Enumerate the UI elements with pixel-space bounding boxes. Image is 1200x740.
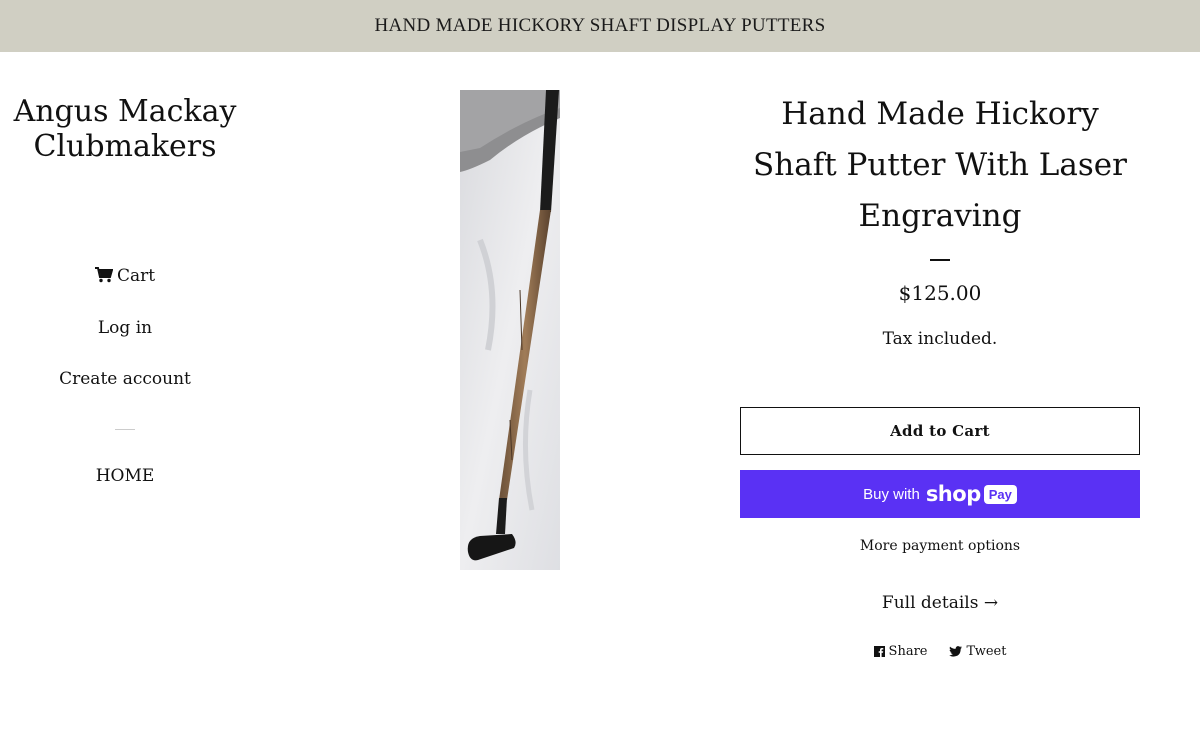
share-label: Share [888, 644, 928, 659]
nav-divider [115, 429, 135, 430]
shop-pay-logo: shop [925, 482, 981, 506]
nav-cart-link[interactable]: Cart [0, 266, 250, 286]
announcement-text: HAND MADE HICKORY SHAFT DISPLAY PUTTERS [374, 15, 826, 36]
shop-pay-button[interactable]: Buy with shop Pay [740, 470, 1140, 518]
shop-pay-buy-with: Buy with [863, 485, 920, 503]
add-to-cart-button[interactable]: Add to Cart [740, 407, 1140, 455]
product-image[interactable] [460, 90, 560, 570]
putter-photo [460, 90, 560, 570]
announcement-bar: HAND MADE HICKORY SHAFT DISPLAY PUTTERS [0, 0, 1200, 52]
nav-home-link[interactable]: HOME [0, 466, 250, 486]
full-details-link[interactable]: Full details → [740, 593, 1140, 613]
tax-note: Tax included. [882, 329, 998, 349]
nav-create-account-link[interactable]: Create account [0, 369, 250, 389]
twitter-icon [949, 646, 963, 657]
shop-pay-pill: Pay [983, 484, 1017, 504]
cart-icon [94, 267, 113, 283]
site-title[interactable]: Angus Mackay Clubmakers [0, 94, 250, 164]
add-to-cart-label: Add to Cart [890, 422, 990, 440]
nav-cart-label: Cart [116, 266, 156, 286]
product-title: Hand Made Hickory Shaft Putter With Lase… [753, 96, 1127, 234]
share-facebook-link[interactable]: Share [873, 644, 928, 659]
nav-login-link[interactable]: Log in [0, 318, 250, 338]
tweet-label: Tweet [966, 644, 1007, 659]
product-price: $125.00 [898, 281, 982, 305]
more-payment-options-link[interactable]: More payment options [740, 538, 1140, 554]
facebook-icon [873, 646, 885, 657]
title-divider [930, 259, 950, 261]
social-sharing: Share Tweet [740, 644, 1140, 659]
tweet-link[interactable]: Tweet [949, 644, 1006, 659]
